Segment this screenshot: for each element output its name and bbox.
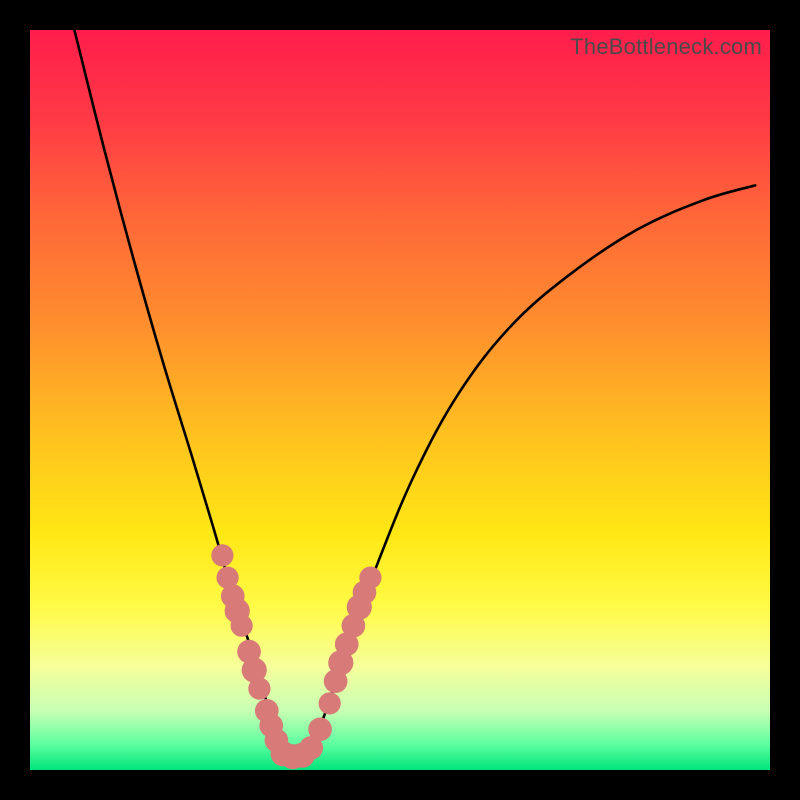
data-bead	[359, 567, 381, 589]
right-arm-path	[311, 185, 755, 747]
data-bead	[248, 678, 270, 700]
bead-layer	[211, 544, 381, 769]
data-bead	[319, 692, 341, 714]
data-bead	[211, 544, 233, 566]
curve-layer	[30, 30, 770, 770]
watermark-text: TheBottleneck.com	[570, 34, 762, 60]
plot-area: TheBottleneck.com	[30, 30, 770, 770]
chart-stage: TheBottleneck.com	[0, 0, 800, 800]
data-bead	[308, 717, 332, 741]
data-bead	[231, 615, 253, 637]
